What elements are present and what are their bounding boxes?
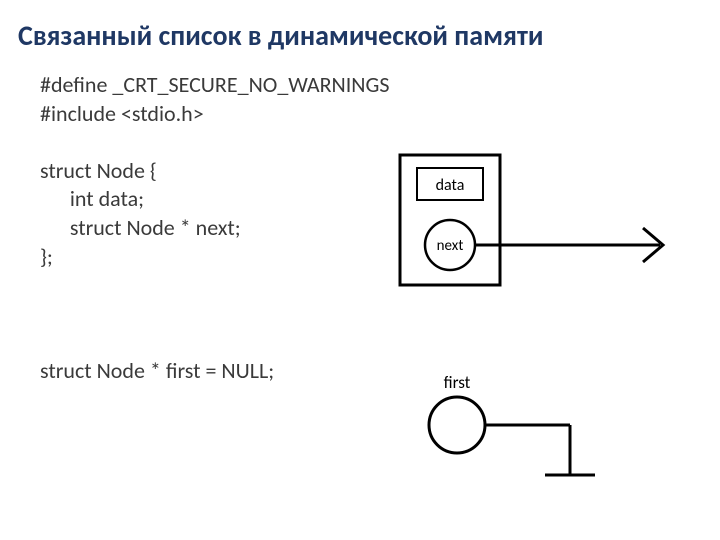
node-diagram: data next bbox=[395, 150, 695, 300]
code-line: #define _CRT_SECURE_NO_WARNINGS bbox=[40, 71, 389, 98]
next-label: next bbox=[437, 237, 464, 255]
code-line: }; bbox=[40, 243, 53, 270]
code-line: struct Node * first = NULL; bbox=[40, 357, 274, 384]
code-line: int data; bbox=[40, 185, 144, 212]
page-title: Связанный список в динамической памяти bbox=[0, 0, 720, 53]
data-label: data bbox=[436, 176, 465, 195]
code-line: struct Node * next; bbox=[40, 214, 241, 241]
first-label: first bbox=[444, 372, 471, 393]
first-diagram: first bbox=[395, 370, 695, 500]
code-line: struct Node { bbox=[40, 157, 157, 184]
code-line: #include <stdio.h> bbox=[40, 100, 204, 127]
